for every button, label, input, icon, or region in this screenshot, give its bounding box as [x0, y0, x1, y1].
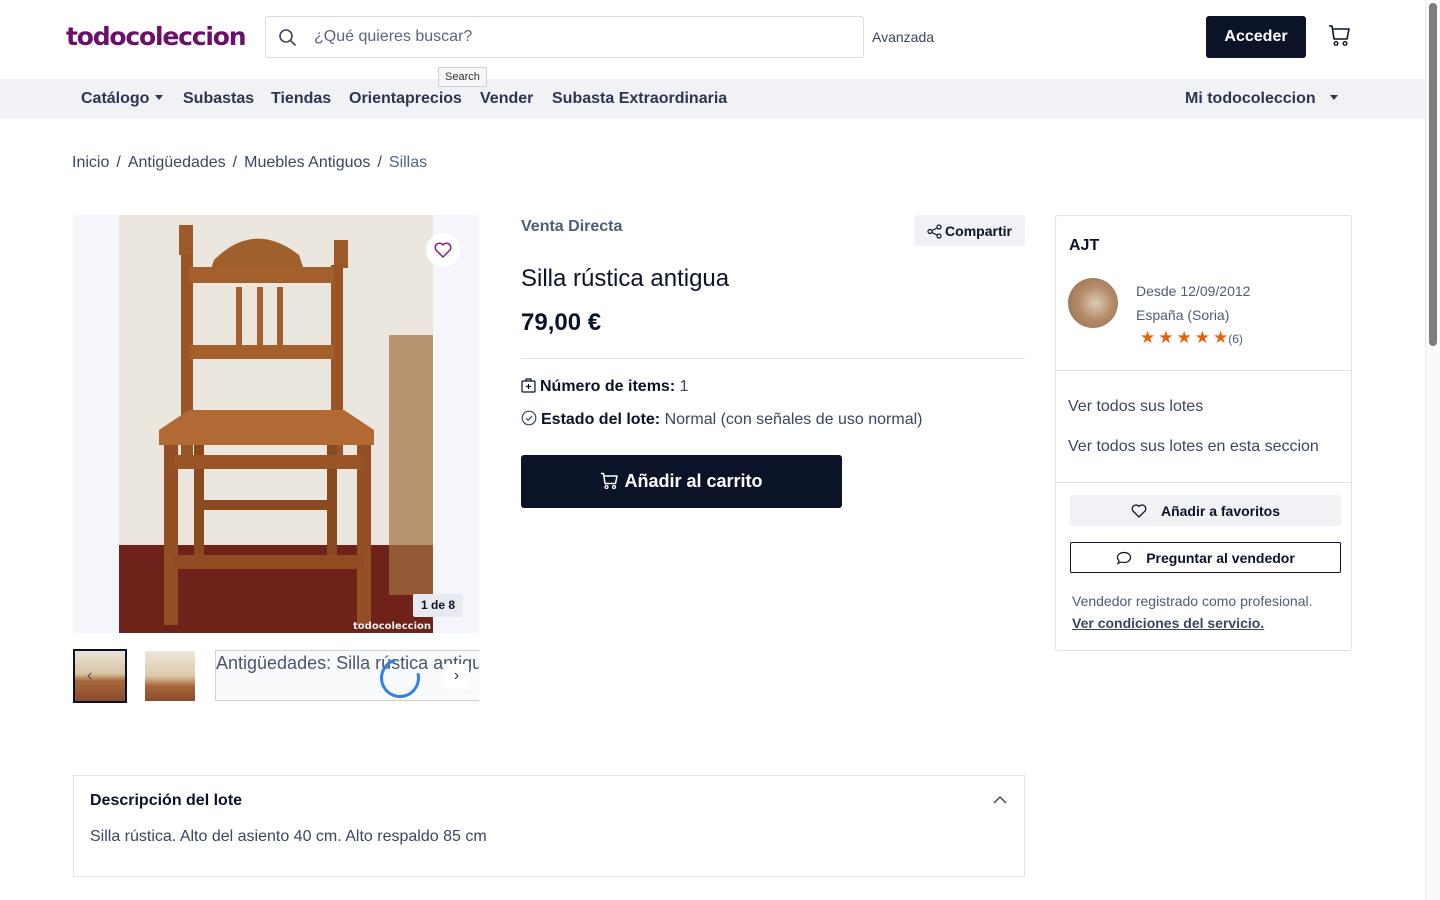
breadcrumb-sillas[interactable]: Sillas	[389, 154, 427, 171]
attribute-condition: Estado del lote: Normal (con señales de …	[521, 410, 922, 429]
share-button[interactable]: Compartir	[914, 215, 1025, 246]
seller-location: España (Soria)	[1136, 307, 1230, 323]
seller-since: Desde 12/09/2012	[1136, 283, 1251, 299]
login-button[interactable]: Acceder	[1206, 16, 1306, 58]
breadcrumb: Inicio / Antigüedades / Muebles Antiguos / Sil…	[72, 154, 428, 171]
star-icon: ★	[1140, 328, 1156, 347]
description-text: Silla rústica. Alto del asiento 40 cm. A…	[90, 828, 487, 845]
chair-illustration	[119, 215, 433, 633]
nav-subastas[interactable]: Subastas	[183, 90, 254, 108]
search-icon	[279, 29, 297, 47]
cart-icon	[601, 472, 619, 490]
main-nav: Catálogo Subastas Tiendas Orientaprecios…	[0, 79, 1425, 119]
seller-rating[interactable]: ★ ★ ★ ★ ★(6)	[1140, 329, 1243, 347]
cart-icon[interactable]	[1327, 24, 1353, 48]
breadcrumb-inicio[interactable]: Inicio	[72, 154, 109, 171]
star-icon: ★	[1176, 328, 1192, 347]
favorite-toggle[interactable]	[426, 233, 460, 267]
search-input[interactable]	[314, 25, 844, 49]
rating-count: (6)	[1228, 332, 1243, 346]
top-header: todocoleccion Avanzada Acceder	[0, 0, 1425, 79]
product-gallery[interactable]: todocoleccion	[73, 215, 479, 633]
chevron-right-icon[interactable]: ›	[444, 664, 469, 689]
advanced-search-link[interactable]: Avanzada	[872, 29, 934, 45]
product-title: Silla rústica antigua	[521, 265, 730, 292]
add-to-favorites-button[interactable]: Añadir a favoritos	[1070, 495, 1341, 526]
chevron-down-icon	[1329, 95, 1338, 100]
add-to-cart-button[interactable]: Añadir al carrito	[521, 455, 842, 508]
product-main-image[interactable]: todocoleccion	[119, 215, 433, 633]
check-badge-icon	[521, 410, 537, 426]
star-icon: ★	[1158, 328, 1174, 347]
seller-section-lots-link[interactable]: Ver todos sus lotes en esta seccion	[1068, 438, 1319, 456]
seller-all-lots-link[interactable]: Ver todos sus lotes	[1068, 398, 1203, 416]
description-panel: Descripción del lote Silla rústica. Alto…	[73, 775, 1025, 877]
product-price: 79,00 €	[521, 309, 602, 336]
thumbnail-2[interactable]	[145, 651, 195, 701]
package-icon	[521, 378, 536, 393]
image-watermark: todocoleccion	[353, 621, 431, 632]
search-box[interactable]	[265, 16, 864, 58]
heart-icon	[434, 242, 452, 258]
nav-catalogo[interactable]: Catálogo	[81, 90, 164, 108]
thumbnail-strip: ‹ Antigüedades: Silla rústica antigua ›	[73, 649, 479, 704]
professional-seller-note: Vendedor registrado como profesional. Ve…	[1072, 593, 1313, 631]
chevron-up-icon[interactable]	[992, 792, 1008, 808]
attribute-items-count: Número de items: 1	[521, 378, 689, 396]
image-counter: 1 de 8	[413, 594, 463, 617]
page-scrollbar[interactable]	[1425, 0, 1440, 900]
sale-type-label: Venta Directa	[521, 218, 623, 235]
nav-mi-todocoleccion[interactable]: Mi todocoleccion	[1185, 90, 1338, 108]
breadcrumb-antiguedades[interactable]: Antigüedades	[128, 154, 226, 171]
nav-tiendas[interactable]: Tiendas	[271, 90, 331, 108]
description-title[interactable]: Descripción del lote	[90, 792, 242, 810]
seller-card: AJT Desde 12/09/2012 España (Soria) ★ ★ ★ ★…	[1055, 215, 1352, 651]
ask-seller-button[interactable]: Preguntar al vendedor	[1070, 542, 1341, 573]
star-icon: ★	[1194, 328, 1210, 347]
site-logo[interactable]: todocoleccion	[66, 22, 247, 51]
nav-orientaprecios[interactable]: Orientaprecios	[349, 90, 462, 108]
divider	[1056, 370, 1351, 371]
divider	[521, 358, 1025, 359]
breadcrumb-muebles-antiguos[interactable]: Muebles Antiguos	[244, 154, 370, 171]
star-icon: ★	[1213, 328, 1229, 347]
search-tooltip: Search	[438, 67, 487, 87]
nav-vender[interactable]: Vender	[480, 90, 533, 108]
scrollbar-thumb[interactable]	[1429, 3, 1437, 346]
thumbnail-3-loading[interactable]: Antigüedades: Silla rústica antigua	[215, 650, 479, 701]
service-conditions-link[interactable]: Ver condiciones del servicio.	[1072, 615, 1264, 631]
seller-avatar[interactable]	[1068, 278, 1118, 328]
thumbnail-1[interactable]	[73, 649, 127, 703]
divider	[1056, 482, 1351, 483]
chevron-left-icon[interactable]: ‹	[87, 667, 92, 685]
chat-bubble-icon	[1117, 551, 1132, 565]
share-icon	[927, 223, 942, 239]
heart-icon	[1131, 503, 1147, 518]
seller-name[interactable]: AJT	[1069, 237, 1099, 255]
nav-subasta-extraordinaria[interactable]: Subasta Extraordinaria	[552, 90, 727, 108]
chevron-down-icon	[155, 95, 164, 100]
